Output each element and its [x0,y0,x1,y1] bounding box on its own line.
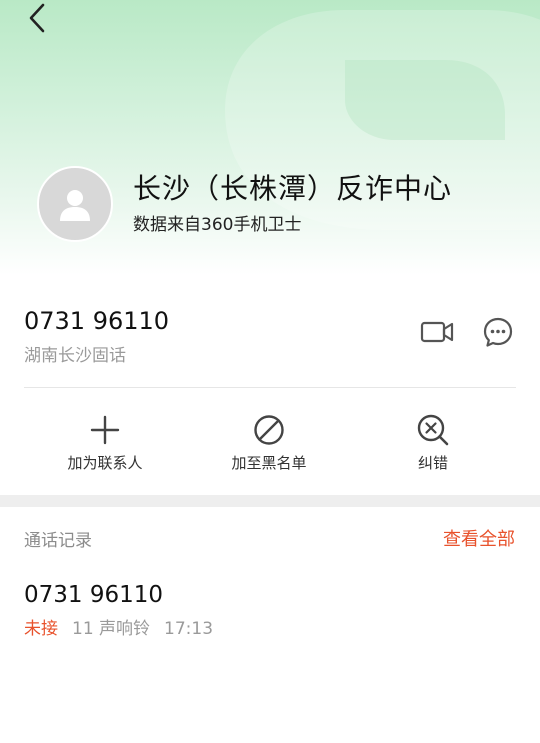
correct-label: 纠错 [417,454,448,472]
correct-icon [417,414,449,446]
phone-location: 湖南长沙固话 [24,346,126,366]
phone-number: 0731 96110 [24,307,170,335]
divider [24,387,516,388]
correct-button[interactable]: 纠错 [363,410,503,480]
add-to-blacklist-label: 加至黑名单 [231,454,307,472]
chevron-left-icon [29,3,45,33]
add-contact-button[interactable]: 加为联系人 [35,410,175,480]
call-log-item[interactable]: 0731 96110 未接 11 声响铃 17:13 [24,580,516,650]
call-time: 17:13 [164,619,214,639]
video-call-icon [420,321,454,343]
contact-header: 长沙（长株潭）反诈中心 数据来自360手机卫士 [0,0,540,275]
back-button[interactable] [18,0,58,36]
missed-status: 未接 [24,619,58,639]
data-source: 数据来自360手机卫士 [133,215,302,235]
section-separator [0,495,540,507]
call-log-title: 通话记录 [24,531,92,551]
view-all-link[interactable]: 查看全部 [443,525,515,551]
block-icon [254,415,284,445]
call-log-meta: 未接 11 声响铃 17:13 [24,614,213,639]
action-bar: 加为联系人 加至黑名单 纠错 [0,410,540,480]
contact-name: 长沙（长株潭）反诈中心 [133,172,453,205]
ring-count: 11 声响铃 [72,619,151,639]
video-call-button[interactable] [420,315,454,349]
call-log-number: 0731 96110 [24,582,164,608]
plus-icon [90,415,120,445]
message-button[interactable] [481,315,515,349]
phone-number-row[interactable]: 0731 96110 湖南长沙固话 [24,305,516,375]
add-contact-label: 加为联系人 [67,454,143,472]
person-icon [60,190,90,221]
message-icon [483,317,513,347]
add-to-blacklist-button[interactable]: 加至黑名单 [199,410,339,480]
avatar [37,166,113,242]
